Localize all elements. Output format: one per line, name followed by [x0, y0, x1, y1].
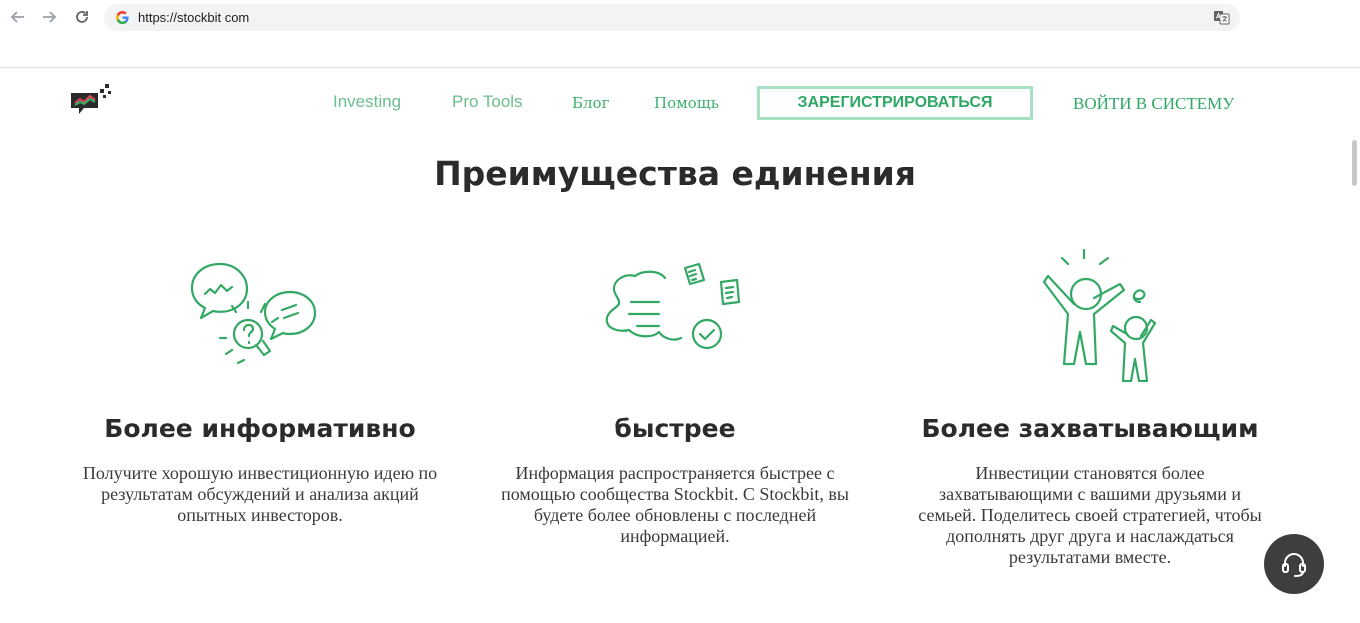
stockbit-logo[interactable] [70, 82, 112, 116]
browser-toolbar: https://stockbit com [0, 0, 1360, 68]
cheering-people-icon [1042, 248, 1157, 382]
feature-card-faster: быстрее Информация распространяется быст… [485, 242, 865, 547]
forward-button[interactable] [38, 6, 60, 28]
feature-card-informative: Более информативно Получите хорошую инве… [70, 242, 450, 526]
feature-title: быстрее [614, 414, 736, 443]
back-button[interactable] [7, 6, 29, 28]
arrow-left-icon [10, 11, 24, 23]
scrollbar-thumb[interactable] [1352, 140, 1357, 186]
reload-button[interactable] [71, 6, 93, 28]
feature-title: Более информативно [104, 414, 416, 443]
address-bar[interactable]: https://stockbit com [104, 4, 1240, 31]
feature-title: Более захватывающим [921, 414, 1259, 443]
google-icon [115, 10, 129, 25]
feature-card-exciting: Более захватывающим Инвестиции становятс… [900, 242, 1280, 568]
translate-icon[interactable] [1213, 9, 1230, 26]
login-link[interactable]: ВОЙТИ В СИСТЕМУ [1073, 94, 1234, 114]
reload-icon [76, 11, 88, 23]
menu-investing[interactable]: Investing [333, 92, 401, 112]
arrow-right-icon [43, 11, 57, 23]
menu-pro-tools[interactable]: Pro Tools [452, 92, 523, 112]
feature-description: Получите хорошую инвестиционную идею по … [82, 463, 438, 525]
menu-blog[interactable]: Блог [572, 94, 609, 112]
url-text: https://stockbit com [138, 10, 250, 25]
feature-description: Информация распространяется быстрее с по… [501, 463, 849, 546]
chat-lightbulb-icon [190, 262, 317, 365]
support-chat-button[interactable] [1264, 534, 1324, 594]
register-button[interactable]: ЗАРЕГИСТРИРОВАТЬСЯ [757, 86, 1033, 120]
headset-icon [1282, 553, 1306, 577]
feature-description: Инвестиции становятся более захватывающи… [918, 463, 1262, 567]
menu-help[interactable]: Помощь [654, 94, 719, 112]
speed-notes-icon [605, 262, 741, 350]
section-title: Преимущества единения [434, 154, 916, 193]
